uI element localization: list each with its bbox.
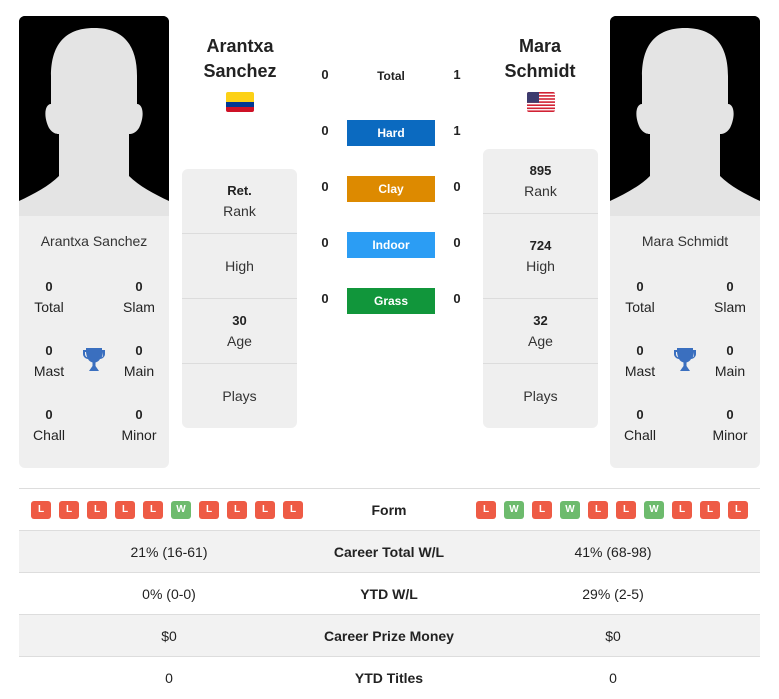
h2h-total-p1: 0 xyxy=(321,67,329,82)
player2-titles-mast: 0 Mast xyxy=(624,343,656,379)
player2-photo xyxy=(610,16,760,216)
player1-card: Arantxa Sanchez 0 Total 0 Slam 0 Mast 0 … xyxy=(19,216,169,468)
row-label: YTD Titles xyxy=(354,669,424,686)
player2-value: 29% (2-5) xyxy=(582,585,644,602)
form-badge-loss[interactable]: L xyxy=(728,500,748,519)
form-badge-loss[interactable]: L xyxy=(672,500,692,519)
form-badge-loss[interactable]: L xyxy=(255,500,275,519)
form-badge-win[interactable]: W xyxy=(644,500,664,519)
player1-titles-slam: 0 Slam xyxy=(123,279,155,315)
form-badge-loss[interactable]: L xyxy=(199,500,219,519)
player1-heading[interactable]: Arantxa Sanchez xyxy=(175,34,305,84)
player1-titles-minor: 0 Minor xyxy=(121,407,157,443)
row-label: YTD W/L xyxy=(360,585,418,602)
colombia-flag-icon xyxy=(226,92,254,112)
form-badge-loss[interactable]: L xyxy=(59,500,79,519)
form-row: LLLLLWLLLL Form LWLWLLWLLL xyxy=(19,488,760,530)
h2h-total-p2: 1 xyxy=(453,67,461,82)
player1-value: 21% (16-61) xyxy=(130,543,208,560)
form-badge-win[interactable]: W xyxy=(171,500,191,519)
surface-clay-button[interactable]: Clay xyxy=(347,176,435,202)
player1-titles-chall: 0 Chall xyxy=(33,407,65,443)
form-label: Form xyxy=(371,501,407,518)
player2-value: $0 xyxy=(605,627,621,644)
player1-plays: Plays xyxy=(222,388,257,404)
row-label: Career Total W/L xyxy=(333,543,445,560)
silhouette-icon xyxy=(19,16,169,216)
form-badge-loss[interactable]: L xyxy=(700,500,720,519)
usa-flag-icon xyxy=(527,92,555,112)
player2-age: 32 Age xyxy=(483,299,598,364)
player2-high: 724 High xyxy=(483,214,598,299)
player2-titles-total: 0 Total xyxy=(625,279,655,315)
player2-titles-slam: 0 Slam xyxy=(714,279,746,315)
player2-value: 41% (68-98) xyxy=(574,543,652,560)
form-badge-loss[interactable]: L xyxy=(532,500,552,519)
player1-value: 0% (0-0) xyxy=(142,585,196,602)
player1-value: 0 xyxy=(165,669,173,686)
player2-name: Mara Schmidt xyxy=(641,233,729,249)
form-badge-loss[interactable]: L xyxy=(616,500,636,519)
trophy-icon xyxy=(673,347,697,373)
player1-rank: Ret. Rank xyxy=(182,169,297,234)
table-row: $0 Career Prize Money $0 xyxy=(19,614,760,656)
form-badge-loss[interactable]: L xyxy=(143,500,163,519)
player1-high: High xyxy=(182,234,297,299)
h2h-clay-p1: 0 xyxy=(321,179,329,194)
surface-hard-button[interactable]: Hard xyxy=(347,120,435,146)
form-badge-loss[interactable]: L xyxy=(87,500,107,519)
surface-grass-button[interactable]: Grass xyxy=(347,288,435,314)
player1-titles-total: 0 Total xyxy=(34,279,64,315)
surface-indoor-button[interactable]: Indoor xyxy=(347,232,435,258)
player2-heading[interactable]: Mara Schmidt xyxy=(475,34,605,84)
player2-titles-minor: 0 Minor xyxy=(712,407,748,443)
table-row: 21% (16-61) Career Total W/L 41% (68-98) xyxy=(19,530,760,572)
form-badge-win[interactable]: W xyxy=(504,500,524,519)
player1-photo xyxy=(19,16,169,216)
player1-titles-main: 0 Main xyxy=(123,343,155,379)
table-row: 0 YTD Titles 0 xyxy=(19,656,760,698)
player2-titles-chall: 0 Chall xyxy=(624,407,656,443)
form-badge-loss[interactable]: L xyxy=(283,500,303,519)
player2-value: 0 xyxy=(609,669,617,686)
form-badge-loss[interactable]: L xyxy=(476,500,496,519)
silhouette-icon xyxy=(610,16,760,216)
player2-rank: 895 Rank xyxy=(483,149,598,214)
player2-info-panel: 895 Rank 724 High 32 Age Plays xyxy=(483,149,598,428)
player1-name: Arantxa Sanchez xyxy=(40,233,148,249)
h2h-hard-p2: 1 xyxy=(453,123,461,138)
player1-age: 30 Age xyxy=(182,299,297,364)
player1-info-panel: Ret. Rank High 30 Age Plays xyxy=(182,169,297,428)
h2h-hard-p1: 0 xyxy=(321,123,329,138)
table-row: 0% (0-0) YTD W/L 29% (2-5) xyxy=(19,572,760,614)
comparison-table: LLLLLWLLLL Form LWLWLLWLLL 21% (16-61) C… xyxy=(19,488,760,698)
form-badge-loss[interactable]: L xyxy=(115,500,135,519)
h2h-grass-p2: 0 xyxy=(453,291,461,306)
h2h-indoor-p1: 0 xyxy=(321,235,329,250)
h2h-grass-p1: 0 xyxy=(321,291,329,306)
player2-form: LWLWLLWLLL xyxy=(476,500,748,519)
player1-value: $0 xyxy=(161,627,177,644)
form-badge-loss[interactable]: L xyxy=(31,500,51,519)
row-label: Career Prize Money xyxy=(324,627,454,644)
player2-plays: Plays xyxy=(523,388,558,404)
form-badge-loss[interactable]: L xyxy=(227,500,247,519)
trophy-icon xyxy=(82,347,106,373)
form-badge-loss[interactable]: L xyxy=(588,500,608,519)
player2-card: Mara Schmidt 0 Total 0 Slam 0 Mast 0 Mai… xyxy=(610,216,760,468)
h2h-indoor-p2: 0 xyxy=(453,235,461,250)
player1-titles-mast: 0 Mast xyxy=(33,343,65,379)
h2h-clay-p2: 0 xyxy=(453,179,461,194)
player2-titles-main: 0 Main xyxy=(714,343,746,379)
form-badge-win[interactable]: W xyxy=(560,500,580,519)
h2h-total-label: Total xyxy=(377,69,405,83)
player1-form: LLLLLWLLLL xyxy=(31,500,303,519)
